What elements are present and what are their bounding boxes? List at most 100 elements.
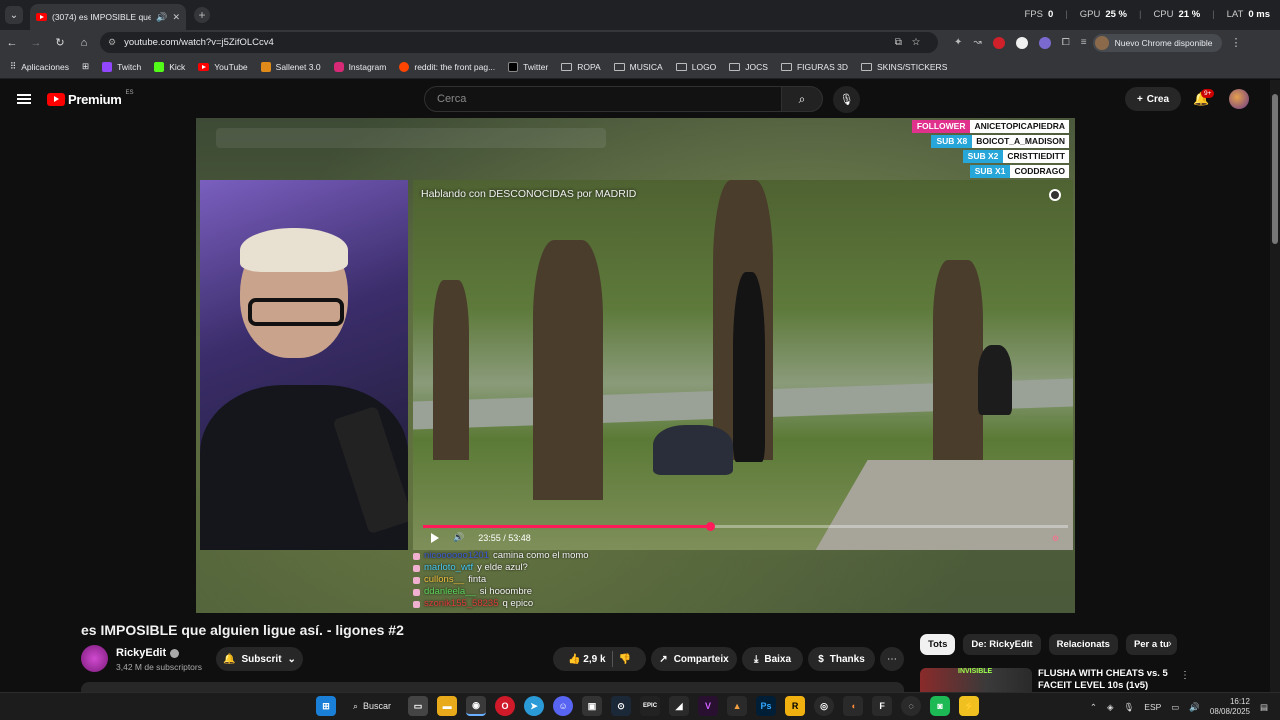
- bookmark-twitch[interactable]: Twitch: [102, 61, 141, 72]
- bookmark-folder-ropa[interactable]: ROPA: [561, 62, 601, 72]
- bookmark-folder-skins[interactable]: SKINS/STICKERS: [860, 62, 947, 72]
- chrome-update-button[interactable]: Nuevo Chrome disponible: [1092, 33, 1223, 52]
- app-icon[interactable]: ⚡: [959, 696, 980, 716]
- scrollbar-thumb[interactable]: [1272, 94, 1278, 244]
- bookmark-kick[interactable]: Kick: [154, 61, 185, 72]
- app-icon[interactable]: ◎: [814, 696, 835, 716]
- address-url[interactable]: youtube.com/watch?v=j5ZifOLCcv4: [124, 37, 887, 48]
- more-actions-button[interactable]: ⋯: [880, 647, 904, 671]
- browser-tab-youtube[interactable]: (3074) es IMPOSIBLE que a 🔊 ✕: [30, 4, 186, 30]
- app-icon[interactable]: ◖: [843, 696, 864, 716]
- download-button[interactable]: ⤓ Baixa: [742, 647, 803, 671]
- tab-search-icon[interactable]: ⌄: [5, 6, 23, 24]
- app-icon[interactable]: V: [698, 696, 719, 716]
- account-avatar[interactable]: [1229, 89, 1249, 109]
- description-box[interactable]: [81, 682, 904, 692]
- settings-icon[interactable]: ⚙: [1052, 534, 1059, 543]
- subscribed-button[interactable]: 🔔 Subscrit ⌄: [216, 647, 303, 671]
- related-video-thumbnail[interactable]: INVISIBLE: [920, 668, 1032, 692]
- voice-search-button[interactable]: 🎙: [833, 86, 860, 113]
- clock[interactable]: 16:12 08/08/2025: [1210, 697, 1250, 717]
- telegram-icon[interactable]: ➤: [524, 696, 545, 716]
- dislike-button[interactable]: 👎: [619, 654, 631, 665]
- filter-chip[interactable]: Relacionats: [1048, 634, 1118, 655]
- extension-icon[interactable]: ↝: [973, 37, 981, 48]
- search-input[interactable]: Cerca: [424, 86, 782, 112]
- youtube-premium-logo[interactable]: Premium ES: [47, 90, 134, 107]
- channel-avatar[interactable]: [81, 645, 108, 672]
- filter-chip[interactable]: Tots: [920, 634, 956, 655]
- thanks-button[interactable]: $ Thanks: [808, 647, 875, 671]
- app-icon[interactable]: ◌: [901, 696, 922, 716]
- chrome-icon[interactable]: ◉: [466, 696, 487, 716]
- search-button[interactable]: ⌕: [781, 86, 823, 112]
- app-icon[interactable]: ◢: [669, 696, 690, 716]
- bookmark-folder-musica[interactable]: MUSICA: [613, 62, 663, 72]
- bookmark-folder-figuras[interactable]: FIGURAS 3D: [780, 62, 848, 72]
- like-button[interactable]: 👍 2,9 k: [568, 654, 605, 665]
- related-video-title[interactable]: FLUSHA WITH CHEATS vs. 5 FACEIT LEVEL 10…: [1038, 668, 1168, 692]
- clock-icon[interactable]: [1049, 189, 1061, 201]
- bookmark-apps[interactable]: ⠿ Aplicaciones: [10, 61, 69, 72]
- forward-arrow-icon[interactable]: →: [24, 37, 48, 49]
- progress-scrubber[interactable]: [706, 522, 715, 531]
- filter-chip[interactable]: De: RickyEdit: [963, 634, 1041, 655]
- taskbar-search[interactable]: ⌕ Buscar: [345, 696, 399, 716]
- page-scrollbar[interactable]: [1270, 80, 1280, 692]
- new-tab-button[interactable]: +: [194, 7, 210, 23]
- home-icon[interactable]: ⌂: [72, 37, 96, 49]
- app-icon[interactable]: ▣: [582, 696, 603, 716]
- bookmark-apps-launcher[interactable]: ⊞: [82, 61, 89, 72]
- volume-icon[interactable]: 🔊: [453, 532, 464, 543]
- channel-name[interactable]: RickyEdit: [116, 647, 180, 659]
- bookmark-youtube[interactable]: YouTube: [198, 62, 248, 72]
- app-icon[interactable]: ▲: [727, 696, 748, 716]
- language-indicator[interactable]: ESP: [1144, 702, 1161, 712]
- steam-icon[interactable]: ⊙: [611, 696, 632, 716]
- chevron-right-icon[interactable]: ›: [1168, 638, 1172, 650]
- file-explorer-icon[interactable]: ▬: [437, 696, 458, 716]
- inner-video-progress-bar[interactable]: [423, 522, 1068, 531]
- site-info-icon[interactable]: ⚙: [108, 37, 116, 48]
- more-vert-icon[interactable]: ⋮: [1180, 670, 1190, 681]
- create-button[interactable]: + Crea: [1125, 87, 1181, 111]
- task-view-icon[interactable]: ▭: [408, 696, 429, 716]
- extension-icon[interactable]: [1015, 36, 1028, 49]
- bookmark-folder-jocs[interactable]: JOCS: [729, 62, 768, 72]
- bookmark-star-icon[interactable]: ⧉☆: [895, 37, 930, 48]
- extension-icon[interactable]: [992, 36, 1005, 49]
- chrome-menu-icon[interactable]: ⋮: [1230, 36, 1241, 49]
- reading-list-icon[interactable]: ≡: [1081, 37, 1087, 48]
- hamburger-menu-icon[interactable]: [17, 94, 31, 104]
- tray-app-icon[interactable]: ◈: [1107, 702, 1114, 713]
- bookmark-folder-logo[interactable]: LOGO: [675, 62, 716, 72]
- opera-icon[interactable]: O: [495, 696, 516, 716]
- bookmark-reddit[interactable]: reddit: the front pag...: [399, 61, 495, 72]
- microphone-icon[interactable]: 🎙: [1123, 702, 1134, 713]
- epic-games-icon[interactable]: EPIC: [640, 696, 661, 716]
- reload-icon[interactable]: ↻: [48, 36, 72, 49]
- address-bar[interactable]: ⚙ youtube.com/watch?v=j5ZifOLCcv4 ⧉☆: [100, 32, 938, 53]
- share-button[interactable]: ↗ Comparteix: [651, 647, 737, 671]
- rockstar-icon[interactable]: R: [785, 696, 806, 716]
- app-icon[interactable]: F: [872, 696, 893, 716]
- back-arrow-icon[interactable]: ←: [0, 37, 24, 49]
- network-icon[interactable]: ▭: [1171, 702, 1179, 713]
- speaker-icon[interactable]: 🔊: [156, 12, 167, 23]
- app-icon[interactable]: ◙: [930, 696, 951, 716]
- discord-icon[interactable]: ☺: [553, 696, 574, 716]
- bookmark-instagram[interactable]: Instagram: [333, 61, 386, 72]
- windows-start-icon[interactable]: ⊞: [316, 696, 336, 716]
- bookmark-twitter[interactable]: Twitter: [508, 61, 548, 72]
- extension-icon[interactable]: ✦: [954, 37, 962, 48]
- extension-icon[interactable]: [1038, 36, 1051, 49]
- photoshop-icon[interactable]: Ps: [756, 696, 777, 716]
- close-icon[interactable]: ✕: [172, 12, 180, 23]
- profile-avatar[interactable]: [1094, 35, 1109, 50]
- volume-icon[interactable]: 🔊: [1189, 702, 1200, 713]
- play-icon[interactable]: [431, 532, 439, 543]
- extensions-puzzle-icon[interactable]: ⧠: [1062, 37, 1070, 48]
- chevron-up-icon[interactable]: ⌃: [1090, 702, 1097, 713]
- video-player[interactable]: Hablando con DESCONOCIDAS por MADRID 🔊 2…: [196, 118, 1075, 613]
- notification-center-icon[interactable]: ▤: [1260, 702, 1268, 713]
